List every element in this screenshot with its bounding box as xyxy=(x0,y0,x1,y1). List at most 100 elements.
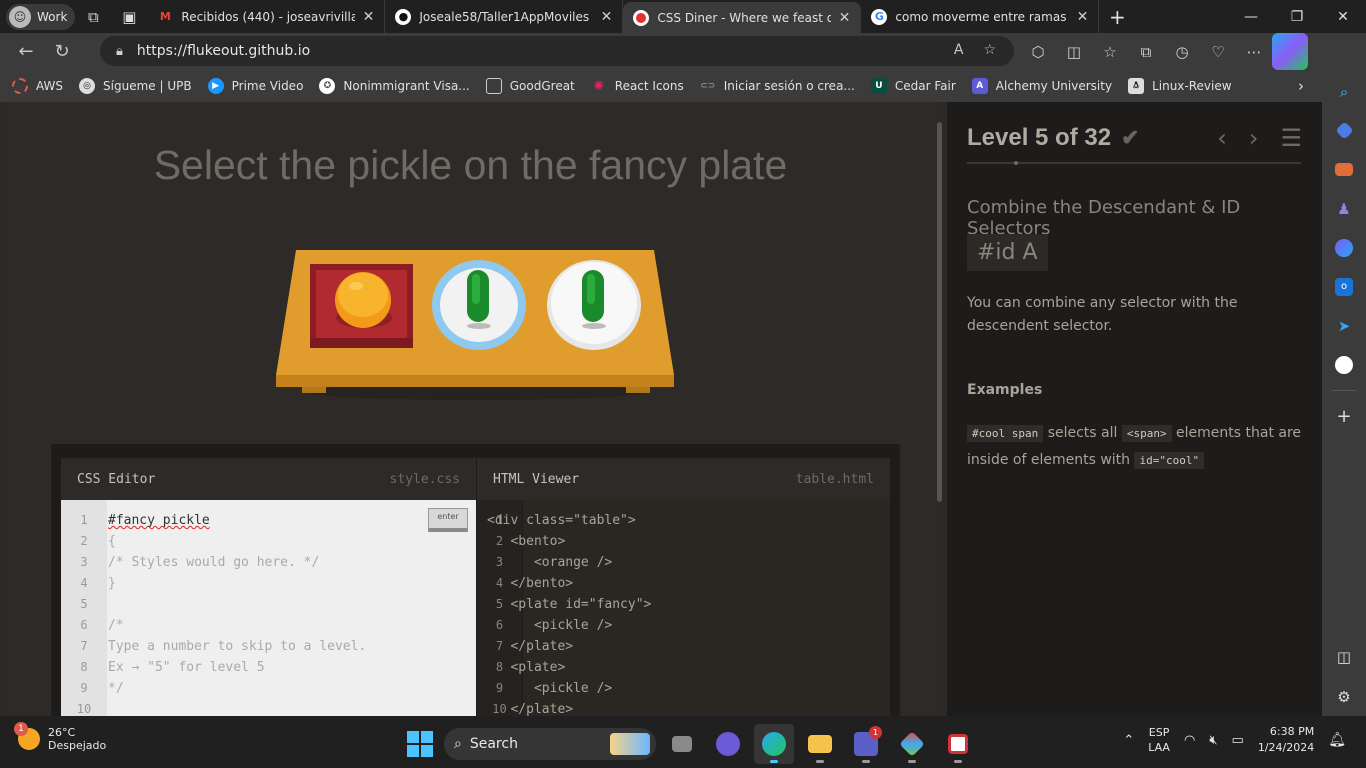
edge-icon[interactable] xyxy=(754,724,794,764)
refresh-icon[interactable]: ↻ xyxy=(44,36,80,68)
bookmark-linux-review[interactable]: 🐧︎ Linux-Review xyxy=(1128,78,1232,94)
google-icon: G xyxy=(871,8,888,25)
url-text[interactable]: https://flukeout.github.io xyxy=(137,43,310,59)
code-line: </plate> xyxy=(487,702,574,716)
copilot-icon[interactable] xyxy=(1272,33,1308,70)
profile-button[interactable]: ☺ Work xyxy=(6,3,76,30)
bookmark-prime-video[interactable]: ▶ Prime Video xyxy=(207,78,304,94)
plate[interactable] xyxy=(547,260,641,350)
favorites-icon[interactable]: ☆ xyxy=(1092,33,1128,70)
react-icon: ✺ xyxy=(593,78,605,94)
read-aloud-icon[interactable]: A xyxy=(954,42,964,58)
bookmark-label: Sígueme | UPB xyxy=(103,79,192,93)
language-indicator[interactable]: ESP LAA xyxy=(1148,725,1170,755)
shopping-tag-icon[interactable] xyxy=(1322,111,1366,150)
collections-icon[interactable]: ⧉ xyxy=(1128,33,1164,70)
file-explorer-icon[interactable] xyxy=(800,724,840,764)
split-screen-icon[interactable]: ◫ xyxy=(1056,33,1092,70)
bookmark-upb[interactable]: ◎ Sígueme | UPB xyxy=(79,78,192,94)
level-menu-icon[interactable]: ☰ xyxy=(1280,124,1302,152)
close-icon[interactable]: ✕ xyxy=(601,9,613,25)
add-icon[interactable]: + xyxy=(1322,397,1366,436)
workspaces-icon[interactable]: ⧉ xyxy=(75,0,111,33)
clock[interactable]: 6:38 PM 1/24/2024 xyxy=(1258,724,1314,756)
code-line: <pickle /> xyxy=(487,681,613,696)
code-line: { xyxy=(108,534,116,549)
enter-button[interactable]: enter xyxy=(428,508,468,532)
more-icon[interactable]: ⋯ xyxy=(1236,33,1272,70)
bookmark-iniciar-sesion[interactable]: ⊂⊃ Iniciar sesión o crea... xyxy=(700,78,855,94)
new-tab-button[interactable]: + xyxy=(1099,5,1135,29)
line-number: 3 xyxy=(80,555,88,569)
battery-icon[interactable]: ▭ xyxy=(1232,733,1244,748)
bookmark-label: React Icons xyxy=(614,79,684,93)
video-call-icon[interactable] xyxy=(708,724,748,764)
notifications-icon[interactable]: 🔔︎ xyxy=(1328,732,1346,748)
bookmark-label: Iniciar sesión o crea... xyxy=(723,79,855,93)
previous-level-icon[interactable]: ‹ xyxy=(1217,124,1227,152)
git-icon[interactable] xyxy=(892,724,932,764)
close-icon[interactable]: ✕ xyxy=(363,9,375,25)
tab-github[interactable]: ● Joseale58/Taller1AppMoviles ✕ xyxy=(385,0,624,33)
send-icon[interactable]: ➤ xyxy=(1322,306,1366,345)
restore-icon[interactable]: ❐ xyxy=(1274,0,1320,33)
search-highlight-image xyxy=(610,733,650,755)
bookmark-alchemy[interactable]: A Alchemy University xyxy=(971,78,1112,94)
favorite-star-icon[interactable]: ☆ xyxy=(983,42,996,58)
visa-seal-icon[interactable] xyxy=(1322,345,1366,384)
github-icon: ● xyxy=(395,8,412,25)
volume-muted-icon[interactable]: 🔇︎ xyxy=(1209,733,1217,748)
level-navigation: ‹ › ☰ xyxy=(1217,124,1302,152)
wifi-icon[interactable]: ◠ xyxy=(1184,733,1195,748)
hide-sidebar-icon[interactable]: ◫ xyxy=(1322,637,1366,676)
tab-title: CSS Diner - Where we feast on C xyxy=(657,10,831,25)
lock-icon[interactable]: 🔒︎ xyxy=(116,44,123,59)
start-icon[interactable] xyxy=(402,726,438,762)
snipping-tool-icon[interactable] xyxy=(938,724,978,764)
history-icon[interactable]: ◷ xyxy=(1164,33,1200,70)
css-editor[interactable]: 1 2 3 4 5 6 7 8 9 10 #fancy pickle {/* Styles woul… xyxy=(61,500,476,716)
taskbar-search[interactable]: ⌕ Search xyxy=(444,728,656,760)
bookmark-cedar-fair[interactable]: U Cedar Fair xyxy=(870,78,956,94)
games-icon[interactable]: ♟ xyxy=(1322,189,1366,228)
css-code[interactable]: #fancy pickle {/* Styles would go here. *… xyxy=(108,510,366,716)
tab-google[interactable]: G como moverme entre ramas en g ✕ xyxy=(861,0,1100,33)
performance-icon[interactable]: ♡ xyxy=(1200,33,1236,70)
close-icon[interactable]: ✕ xyxy=(839,10,851,26)
close-window-icon[interactable]: ✕ xyxy=(1320,0,1366,33)
game-area: Select the pickle on the fancy plate CSS… xyxy=(4,102,937,716)
settings-icon[interactable]: ⚙ xyxy=(1322,677,1366,716)
chevron-right-icon[interactable]: › xyxy=(1298,77,1304,95)
extensions-icon[interactable]: ⬡ xyxy=(1020,33,1056,70)
bookmark-goodgreat[interactable]: GoodGreat xyxy=(485,78,575,94)
next-level-icon[interactable]: › xyxy=(1249,124,1259,152)
search-icon: ⌕ xyxy=(454,736,462,752)
orange[interactable] xyxy=(335,272,391,328)
scrollbar[interactable] xyxy=(937,122,942,502)
bookmark-aws[interactable]: AWS xyxy=(12,78,63,94)
bookmark-label: Prime Video xyxy=(231,79,304,93)
tab-actions-icon[interactable]: ▣ xyxy=(111,0,147,33)
tab-css-diner[interactable]: CSS Diner - Where we feast on C ✕ xyxy=(623,2,862,33)
bookmark-react-icons[interactable]: ✺ React Icons xyxy=(591,78,684,94)
minimize-icon[interactable]: — xyxy=(1228,0,1274,33)
bookmark-visa[interactable]: ✪ Nonimmigrant Visa... xyxy=(319,78,470,94)
chevron-up-icon[interactable]: ⌃ xyxy=(1123,733,1134,748)
microsoft365-icon[interactable] xyxy=(1322,228,1366,267)
bento-box[interactable] xyxy=(310,264,413,348)
teams-icon[interactable]: 1 xyxy=(846,724,886,764)
weather-widget[interactable]: 1 26°C Despejado xyxy=(14,722,106,752)
tools-icon[interactable] xyxy=(1322,150,1366,189)
fancy-plate[interactable] xyxy=(432,260,526,350)
example-code: id="cool" xyxy=(1134,452,1205,469)
back-icon[interactable]: ← xyxy=(8,36,44,68)
search-icon[interactable]: ⌕ xyxy=(1322,72,1366,111)
address-bar[interactable]: 🔒︎ https://flukeout.github.io A ☆ xyxy=(100,36,1014,66)
task-view-icon[interactable] xyxy=(662,724,702,764)
close-icon[interactable]: ✕ xyxy=(1077,9,1089,25)
page-icon xyxy=(485,78,502,94)
tab-gmail[interactable]: M Recibidos (440) - joseavrivillas64@ ✕ xyxy=(147,0,386,33)
outlook-icon[interactable]: o xyxy=(1322,267,1366,306)
